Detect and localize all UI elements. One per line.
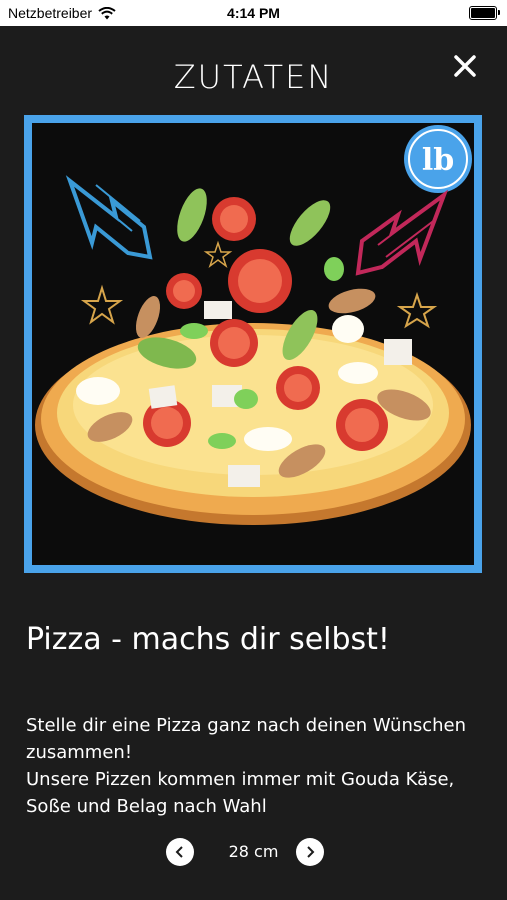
badge-icon: lb	[404, 125, 472, 193]
chevron-right-icon	[307, 846, 315, 858]
pizza-illustration: lb	[35, 125, 472, 525]
product-image: lb	[32, 123, 474, 565]
page-title: ZUTATEN	[173, 58, 334, 96]
close-icon	[454, 55, 476, 77]
battery-icon	[469, 6, 500, 20]
badge-text: lb	[422, 143, 454, 178]
status-bar: Netzbetreiber 4:14 PM	[0, 0, 507, 26]
product-heading: Pizza - machs dir selbst!	[26, 622, 390, 657]
size-next-button[interactable]	[296, 838, 324, 866]
size-selector: 28 cm	[0, 838, 507, 868]
product-image-frame: lb	[24, 115, 482, 573]
arrow-right-icon	[355, 189, 449, 276]
size-value: 28 cm	[228, 842, 279, 861]
arrow-left-icon	[65, 175, 153, 260]
status-time: 4:14 PM	[227, 5, 280, 21]
close-button[interactable]	[447, 48, 483, 84]
description-line: Stelle dir eine Pizza ganz nach deinen W…	[26, 715, 467, 763]
description-line: Unsere Pizzen kommen immer mit Gouda Käs…	[26, 769, 455, 817]
product-description: Stelle dir eine Pizza ganz nach deinen W…	[26, 712, 496, 820]
